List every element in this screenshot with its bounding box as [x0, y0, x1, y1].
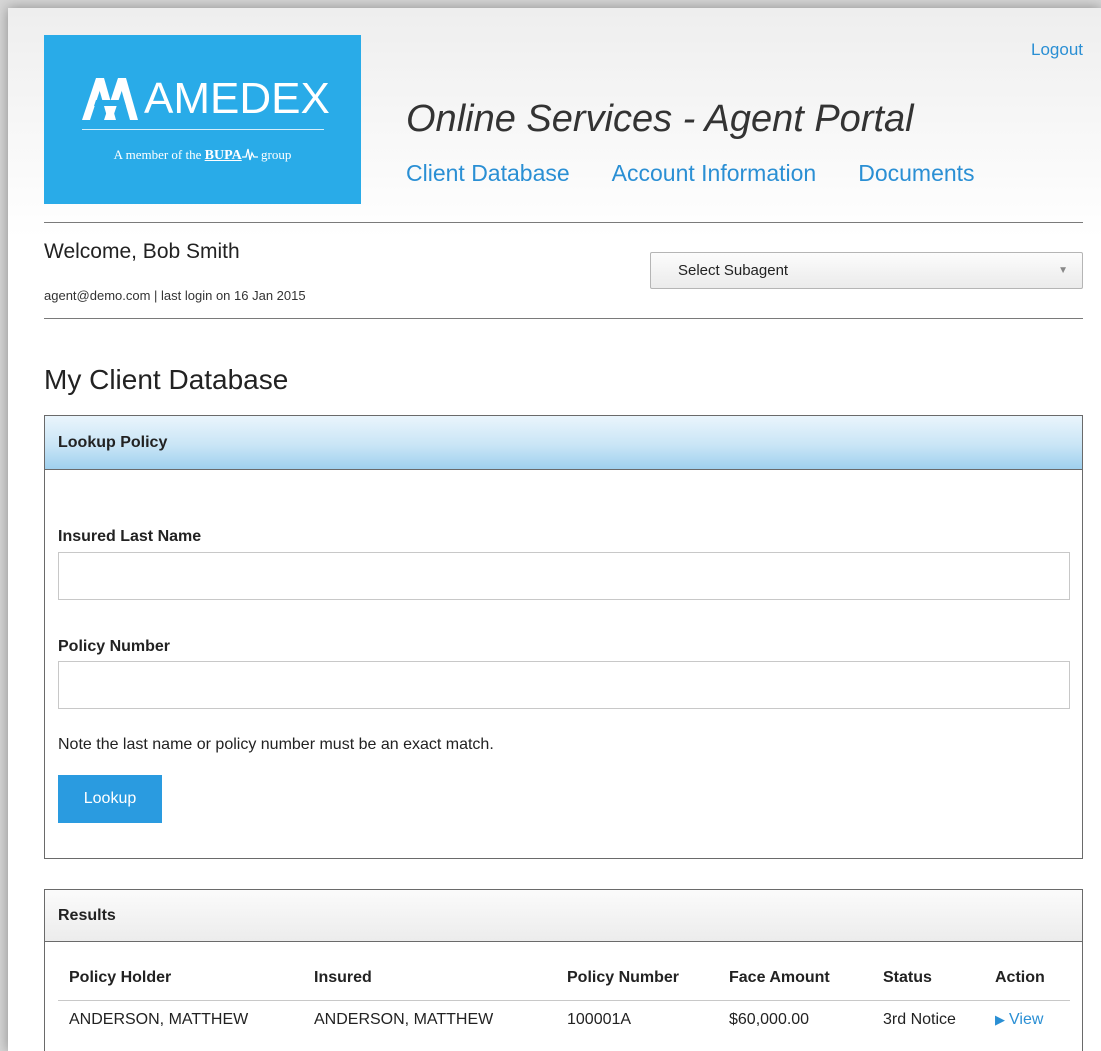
last-name-label: Insured Last Name [58, 528, 202, 545]
page-title: My Client Database [44, 364, 289, 395]
welcome-message: Welcome, Bob Smith [44, 240, 240, 263]
header-divider [44, 222, 1083, 223]
tagline-brand: BUPA [204, 148, 242, 163]
table-header-row: Policy Holder Insured Policy Number Face… [58, 956, 1070, 1001]
login-info: agent@demo.com | last login on 16 Jan 20… [44, 288, 306, 303]
lookup-panel-heading: Lookup Policy [45, 416, 1082, 470]
results-table: Policy Holder Insured Policy Number Face… [58, 956, 1070, 1040]
tagline-prefix: A member of the [113, 147, 202, 162]
brand-name: AMEDEX [144, 74, 330, 123]
chevron-down-icon: ▼ [1058, 265, 1068, 276]
nav-documents[interactable]: Documents [858, 160, 974, 187]
play-arrow-icon: ▶ [995, 1012, 1005, 1028]
cell-policy-number: 100001A [567, 1011, 632, 1029]
column-header-policy-holder[interactable]: Policy Holder [58, 956, 303, 1001]
table-row: ANDERSON, MATTHEW ANDERSON, MATTHEW 1000… [58, 1000, 1070, 1040]
policy-number-label: Policy Number [58, 638, 171, 655]
tagline-suffix: group [260, 147, 292, 162]
cell-policy-holder: ANDERSON, MATTHEW [69, 1011, 249, 1029]
amedex-mark-icon [82, 78, 138, 120]
results-panel: Results Policy Holder Insured Policy Num… [44, 889, 1083, 1051]
last-name-input[interactable] [58, 552, 1070, 600]
heartbeat-icon [241, 148, 258, 161]
view-link[interactable]: ▶ View [995, 1011, 1043, 1028]
cell-status: 3rd Notice [883, 1011, 956, 1029]
lookup-button[interactable]: Lookup [58, 775, 162, 823]
column-header-action: Action [984, 956, 1070, 1001]
page: AMEDEX A member of the BUPA group Logout… [8, 8, 1101, 1051]
cell-face-amount: $60,000.00 [729, 1011, 810, 1029]
view-link-label: View [1009, 1011, 1044, 1029]
column-header-insured[interactable]: Insured [303, 956, 556, 1001]
subagent-selected-value: Select Subagent [678, 262, 789, 279]
column-header-policy-number[interactable]: Policy Number [556, 956, 718, 1001]
logo-divider [82, 129, 324, 130]
nav-client-database[interactable]: Client Database [406, 160, 570, 187]
nav-account-information[interactable]: Account Information [612, 160, 817, 187]
cell-action: ▶ View [984, 1000, 1070, 1040]
main-nav: Client Database Account Information Docu… [406, 160, 1017, 187]
column-header-face-amount[interactable]: Face Amount [718, 956, 872, 1001]
lookup-panel: Lookup Policy Insured Last Name Policy N… [44, 415, 1083, 859]
portal-title: Online Services - Agent Portal [406, 98, 914, 140]
subagent-select[interactable]: Select Subagent ▼ [650, 252, 1083, 289]
cell-insured: ANDERSON, MATTHEW [314, 1011, 494, 1029]
brand-tagline: A member of the BUPA group [44, 147, 361, 164]
lookup-note: Note the last name or policy number must… [58, 736, 494, 753]
amedex-logo[interactable]: AMEDEX A member of the BUPA group [44, 35, 361, 204]
user-divider [44, 318, 1083, 319]
policy-number-input[interactable] [58, 661, 1070, 709]
logout-link[interactable]: Logout [1031, 40, 1083, 60]
column-header-status[interactable]: Status [872, 956, 984, 1001]
results-panel-heading: Results [45, 890, 1082, 942]
